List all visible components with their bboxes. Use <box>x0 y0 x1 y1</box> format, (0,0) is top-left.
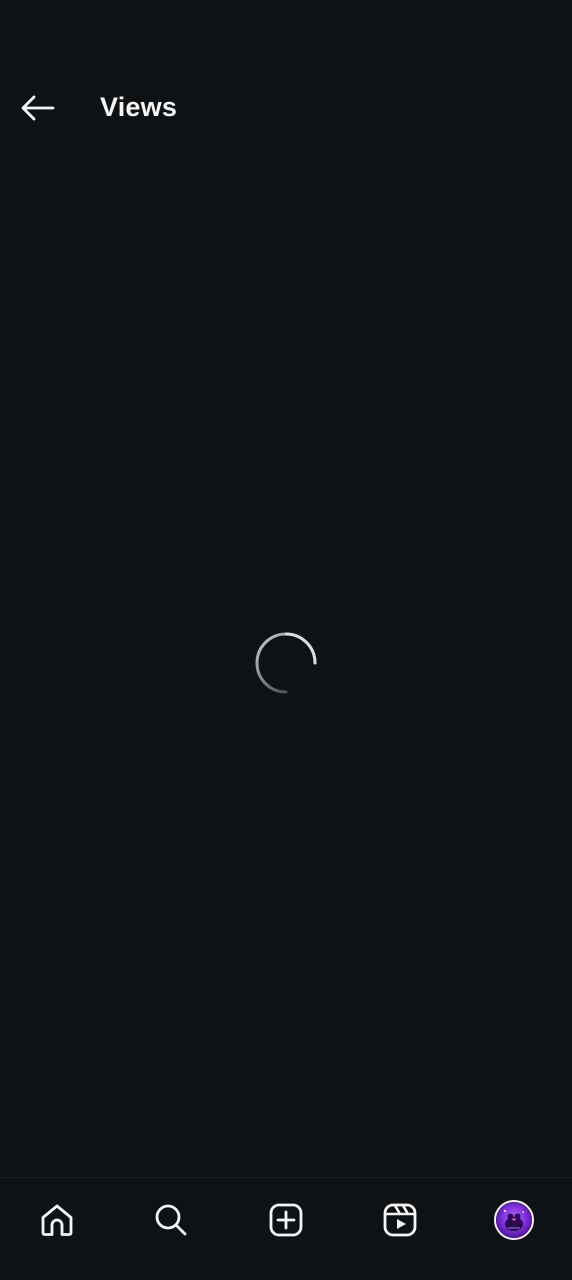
back-button[interactable] <box>14 86 62 130</box>
page-title: Views <box>100 92 178 122</box>
tab-profile[interactable] <box>484 1190 544 1250</box>
profile-avatar-icon <box>494 1200 534 1240</box>
plus-square-icon <box>269 1203 303 1237</box>
arrow-left-icon <box>21 95 55 121</box>
home-icon <box>41 1204 73 1236</box>
views-content <box>0 215 572 1177</box>
tab-home[interactable] <box>27 1190 87 1250</box>
search-icon <box>155 1204 187 1236</box>
top-bar: Views <box>0 0 572 215</box>
views-screen: Views <box>0 0 572 1280</box>
reels-icon <box>383 1203 417 1237</box>
loading-spinner-icon <box>255 632 317 694</box>
tab-search[interactable] <box>141 1190 201 1250</box>
bottom-navigation <box>0 1177 572 1280</box>
tab-create[interactable] <box>256 1190 316 1250</box>
tab-reels[interactable] <box>370 1190 430 1250</box>
